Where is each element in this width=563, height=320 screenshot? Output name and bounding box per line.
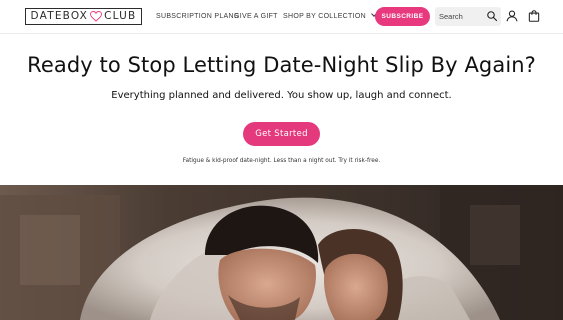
- search-input[interactable]: [439, 9, 483, 24]
- nav-shop-by-collection-label: SHOP BY COLLECTION: [283, 13, 366, 20]
- heart-icon: [90, 11, 103, 22]
- hero-image: [0, 185, 563, 320]
- get-started-button[interactable]: Get Started: [243, 122, 320, 146]
- nav-give-a-gift[interactable]: GIVE A GIFT: [234, 12, 278, 21]
- nav-subscription-plans[interactable]: SUBSCRIPTION PLANS: [156, 12, 239, 21]
- header-divider: [0, 33, 563, 34]
- hero-subheadline: Everything planned and delivered. You sh…: [111, 90, 452, 101]
- search-box: [435, 7, 501, 26]
- logo-text-left: DATEBOX: [30, 10, 89, 23]
- site-header: DATEBOX CLUB SUBSCRIPTION PLANS GIVE A G…: [0, 0, 563, 34]
- shopping-bag-icon[interactable]: [527, 9, 541, 23]
- logo-text-right: CLUB: [104, 10, 137, 23]
- hero-note: Fatigue & kid-proof date-night. Less tha…: [182, 158, 381, 164]
- nav-shop-by-collection[interactable]: SHOP BY COLLECTION: [283, 11, 377, 21]
- hero-headline: Ready to Stop Letting Date-Night Slip By…: [27, 53, 536, 77]
- search-icon[interactable]: [486, 10, 498, 22]
- logo[interactable]: DATEBOX CLUB: [25, 8, 142, 25]
- subscribe-button[interactable]: SUBSCRIBE: [375, 7, 430, 26]
- user-icon[interactable]: [505, 9, 519, 23]
